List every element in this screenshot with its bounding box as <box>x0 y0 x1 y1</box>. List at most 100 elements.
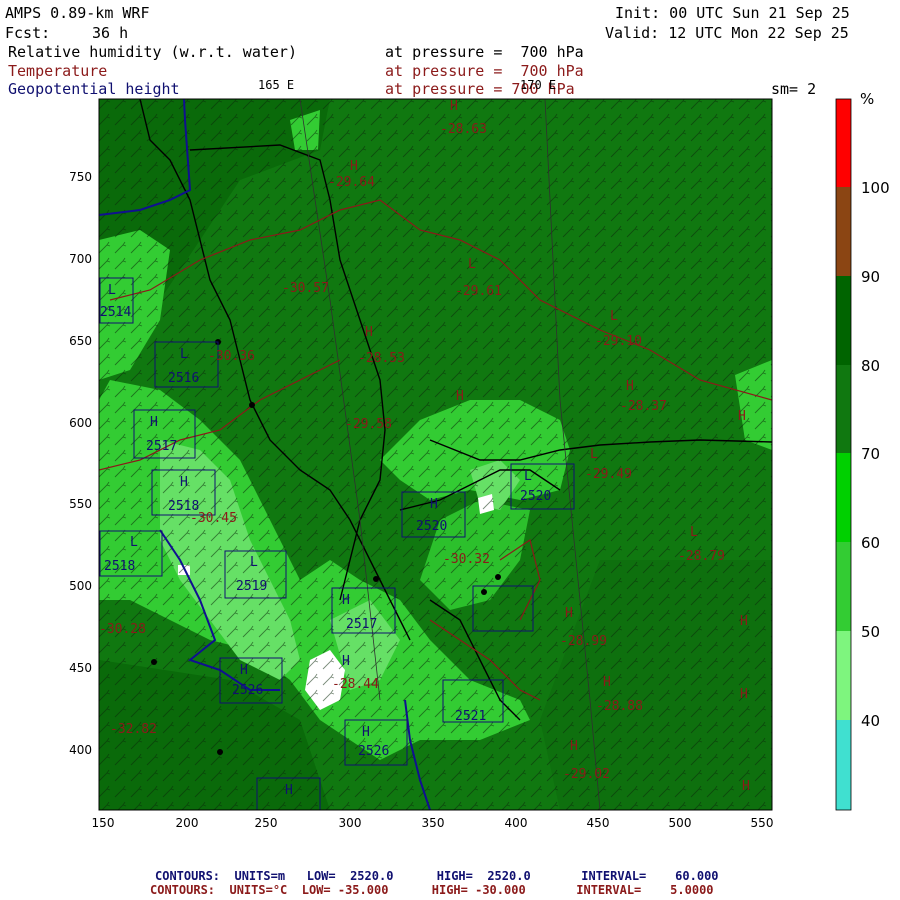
svg-text:H: H <box>450 99 458 114</box>
svg-text:H: H <box>180 475 188 490</box>
x-tick-label: 300 <box>339 816 362 830</box>
colorbar-label: 60 <box>861 534 880 552</box>
temp-label: -28.53 <box>358 351 405 366</box>
y-tick-label: 700 <box>69 252 92 266</box>
x-tick-label: 250 <box>255 816 278 830</box>
x-tick-label: 150 <box>92 816 115 830</box>
colorbar-label: 40 <box>861 712 880 730</box>
height-label: 2517 <box>146 439 177 454</box>
height-label: 2526 <box>358 744 389 759</box>
x-tick-label: 500 <box>669 816 692 830</box>
svg-text:H: H <box>365 325 373 340</box>
station-marker <box>249 402 255 408</box>
colorbar-swatch <box>836 365 851 453</box>
footer-height-contours: CONTOURS: UNITS=m LOW= 2520.0 HIGH= 2520… <box>155 869 719 883</box>
svg-text:H: H <box>456 389 464 404</box>
temp-label: -28.79 <box>678 549 725 564</box>
svg-text:H: H <box>342 593 350 608</box>
y-tick-label: 750 <box>69 170 92 184</box>
temp-label: -28.99 <box>560 634 607 649</box>
colorbar-swatch <box>836 453 851 542</box>
temp-label: -28.88 <box>596 699 643 714</box>
svg-text:H: H <box>565 606 573 621</box>
svg-text:L: L <box>524 469 532 484</box>
plot-area <box>99 99 772 810</box>
colorbar-swatch <box>836 720 851 810</box>
svg-text:L: L <box>108 283 116 298</box>
x-axis: 150 200 250 300 350 400 450 500 550 <box>92 816 774 830</box>
temp-label: -28.44 <box>332 677 379 692</box>
x-tick-label: 450 <box>587 816 610 830</box>
svg-text:H: H <box>150 415 158 430</box>
colorbar-swatch <box>836 542 851 631</box>
station-marker <box>151 659 157 665</box>
y-axis: 750 700 650 600 550 500 450 400 <box>69 170 92 757</box>
temp-label: -29.02 <box>563 767 610 782</box>
svg-text:H: H <box>740 614 748 629</box>
colorbar-label: 90 <box>861 268 880 286</box>
colorbar-swatch <box>836 276 851 365</box>
height-label: 2518 <box>168 499 199 514</box>
svg-text:H: H <box>603 675 611 690</box>
svg-text:H: H <box>430 497 438 512</box>
x-tick-label: 200 <box>176 816 199 830</box>
temp-label: -29.10 <box>595 334 642 349</box>
x-tick-label: 400 <box>505 816 528 830</box>
colorbar-label: 80 <box>861 357 880 375</box>
temp-label: -29.49 <box>585 467 632 482</box>
station-marker <box>373 576 379 582</box>
height-label: 2520 <box>416 519 447 534</box>
svg-text:L: L <box>610 309 618 324</box>
height-label: 2519 <box>236 579 267 594</box>
svg-text:H: H <box>240 663 248 678</box>
y-tick-label: 600 <box>69 416 92 430</box>
y-tick-label: 500 <box>69 579 92 593</box>
colorbar-unit: % <box>860 90 874 108</box>
height-label: 2520 <box>520 489 551 504</box>
height-label: 2518 <box>104 559 135 574</box>
x-tick-label: 550 <box>751 816 774 830</box>
svg-text:H: H <box>626 379 634 394</box>
svg-text:H: H <box>740 687 748 702</box>
colorbar: % 40 50 60 70 80 90 100 <box>835 90 890 811</box>
temp-label: -29.58 <box>345 417 392 432</box>
svg-text:L: L <box>468 257 476 272</box>
svg-text:H: H <box>738 409 746 424</box>
colorbar-swatch <box>836 187 851 276</box>
svg-text:H: H <box>342 654 350 669</box>
svg-text:H: H <box>350 159 358 174</box>
temp-label: -29.61 <box>455 284 502 299</box>
svg-text:L: L <box>130 535 138 550</box>
height-label: 2521 <box>455 709 486 724</box>
footer-temp-contours: CONTOURS: UNITS=°C LOW= -35.000 HIGH= -3… <box>150 883 714 897</box>
colorbar-swatch <box>836 631 851 720</box>
temp-label: -32.82 <box>110 722 157 737</box>
temp-label: -30.57 <box>282 281 329 296</box>
colorbar-label: 100 <box>861 179 890 197</box>
height-label: 2517 <box>346 617 377 632</box>
wind-barbs <box>99 99 772 810</box>
svg-text:H: H <box>285 783 293 798</box>
height-label: 2526 <box>232 683 263 698</box>
svg-text:L: L <box>180 347 188 362</box>
svg-text:H: H <box>362 725 370 740</box>
svg-text:L: L <box>690 525 698 540</box>
svg-text:L: L <box>590 447 598 462</box>
y-tick-label: 650 <box>69 334 92 348</box>
svg-text:L: L <box>250 555 258 570</box>
height-label: 2516 <box>168 371 199 386</box>
temp-label: -30.32 <box>443 552 490 567</box>
temp-label: -29.64 <box>328 175 375 190</box>
y-tick-label: 400 <box>69 743 92 757</box>
colorbar-label: 50 <box>861 623 880 641</box>
svg-text:H: H <box>742 779 750 794</box>
temp-label: -30.36 <box>208 349 255 364</box>
temp-label: -28.37 <box>620 399 667 414</box>
y-tick-label: 550 <box>69 497 92 511</box>
station-marker <box>481 589 487 595</box>
temp-label: -30.28 <box>99 622 146 637</box>
weather-map: -28.63 -29.64 -30.57 -29.61 -29.10 -28.5… <box>69 90 890 830</box>
x-tick-label: 350 <box>422 816 445 830</box>
y-tick-label: 450 <box>69 661 92 675</box>
temp-label: -28.63 <box>440 122 487 137</box>
